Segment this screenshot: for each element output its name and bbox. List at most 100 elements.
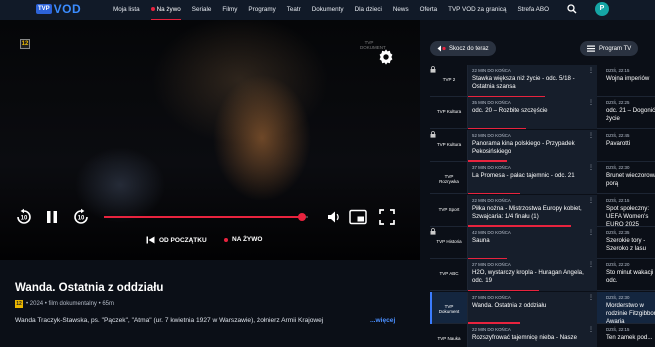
current-program-time: 22 MIN DO KOŃCA [472,68,511,73]
program-meta-text: • 2024 • film dokumentalny • 65m [26,301,115,307]
channel-cell[interactable]: TVP Kultura [430,129,468,162]
nav-item-label: Na żywo [156,6,181,13]
nav-item-4[interactable]: Programy [248,0,275,20]
nav-item-9[interactable]: Oferta [420,0,438,20]
more-options-icon[interactable]: ⋮ [588,229,594,236]
more-options-icon[interactable]: ⋮ [588,67,594,74]
current-program[interactable]: 37 MIN DO KOŃCA La Promesa - pałac tajemn… [468,162,597,195]
more-options-icon[interactable]: ⋮ [588,164,594,171]
next-program-time: DZIŚ, 22:30 [606,165,630,171]
more-options-icon[interactable]: ⋮ [588,132,594,139]
nav-item-2[interactable]: Seriale [192,0,212,20]
nav-item-8[interactable]: News [393,0,409,20]
nav-item-10[interactable]: TVP VOD za granicą [448,0,506,20]
search-icon[interactable] [567,4,577,14]
epg-row[interactable]: TVP Rozrywka 37 MIN DO KOŃCA La Promesa - … [430,162,655,195]
picture-in-picture-icon[interactable] [349,209,367,225]
current-program[interactable]: 22 MIN DO KOŃCA Stawka większa niż życie … [468,65,597,97]
next-program[interactable]: DZIŚ, 22:35 Szerokie tory - Szeroko z las… [602,227,655,259]
nav-item-5[interactable]: Teatr [287,0,301,20]
top-navigation: TVP VOD Moja lista Na żywo Seriale Filmy Pro… [0,0,655,20]
channel-logo: TVP Kultura [436,141,462,147]
progress-handle[interactable] [297,213,306,221]
next-program[interactable]: DZIŚ, 22:25 odc. 21 – Dogonić życie [602,97,655,129]
nav-links: Moja lista Na żywo Seriale Filmy Programy Tea… [113,0,560,20]
epg-row[interactable]: TVP Nauka 22 MIN DO KOŃCA Rozszyfrować taj… [430,324,655,347]
channel-cell[interactable]: TVP Sport [430,194,468,227]
next-program[interactable]: DZIŚ, 22:45 Pavarotti [602,130,655,162]
more-options-icon[interactable]: ⋮ [588,99,594,106]
epg-row[interactable]: TVP ABC 27 MIN DO KOŃCA H2O, wystarczy kro… [430,259,655,292]
epg-row[interactable]: TVP Kultura 52 MIN DO KOŃCA Panorama kina … [430,129,655,162]
from-start-button[interactable]: OD POCZĄTKU [146,236,207,244]
more-options-icon[interactable]: ⋮ [588,294,594,301]
more-link[interactable]: ...więcej [368,317,396,324]
next-program[interactable]: DZIŚ, 22:15 Ten zamek pod... [602,324,655,347]
current-program-time: 35 MIN DO KOŃCA [472,100,511,106]
live-label: NA ŻYWO [232,236,263,243]
current-program-title: Panorama kina polskiego - Przypadek Peko… [472,139,575,155]
next-program[interactable]: DZIŚ, 22:20 Sto minut wakacji - odc. [602,259,655,291]
pause-icon[interactable] [45,209,59,225]
channel-logo: TVP 2 [442,77,456,82]
nav-item-11[interactable]: Strefa ABO [517,0,549,20]
channel-cell[interactable]: TVP 2 [430,65,468,97]
channel-cell[interactable]: TVP Kultura [430,97,468,130]
nav-item-7[interactable]: Dla dzieci [355,0,382,20]
live-dot-icon [150,6,155,11]
current-program[interactable]: 37 MIN DO KOŃCA Wanda. Ostatnia z oddział… [468,291,597,324]
volume-icon[interactable] [326,210,342,224]
nav-item-0[interactable]: Moja lista [113,0,140,20]
current-program[interactable]: 42 MIN DO KOŃCA Sauna ⋮ [468,227,597,259]
jump-to-now-button[interactable]: Skocz do teraz [430,41,496,56]
live-button[interactable]: NA ŻYWO [224,236,262,243]
current-program[interactable]: 22 MIN DO KOŃCA Piłka nożna - Mistrzostwa… [468,194,597,227]
program-tv-label: Program TV [599,45,632,52]
logo-tvp: TVP [36,4,52,14]
current-program[interactable]: 22 MIN DO KOŃCA Rozszyfrować tajemnicę ni… [468,324,597,347]
nav-item-1[interactable]: Na żywo [150,0,181,20]
settings-gear-icon[interactable] [377,48,395,66]
program-tv-button[interactable]: Program TV [580,41,639,56]
next-program-time: DZIŚ, 22:15 [606,327,630,333]
current-program[interactable]: 27 MIN DO KOŃCA H2O, wystarczy kropla - H… [468,259,597,292]
next-program-time: DZIŚ, 22:15 [606,68,630,73]
next-program[interactable]: DZIŚ, 22:30 Morderstwo w rodzinie Fitzgib… [602,292,655,324]
channel-cell[interactable]: TVP Rozrywka [430,162,468,195]
next-program-title: Morderstwo w rodzinie Fitzgibbons, Awari… [606,301,655,324]
next-program[interactable]: DZIŚ, 22:15 Spot społeczny: UEFA Women's … [602,195,655,227]
channel-logo: TVP Historia [436,239,462,244]
channel-cell[interactable]: TVP ABC [430,259,468,292]
current-program-title: Piłka nożna - Mistrzostwa Europy kobiet,… [472,204,582,220]
channel-cell[interactable]: TVP Dokument [430,291,468,324]
current-program[interactable]: 35 MIN DO KOŃCA odc. 20 – Rozbite szczęśc… [468,97,597,130]
lock-icon [430,66,436,73]
video-player[interactable]: 12 TVP DOKUMENT 10 10 OD POCZĄTKU NA ŻYW… [0,20,420,260]
channel-cell[interactable]: TVP Nauka [430,324,468,347]
more-options-icon[interactable]: ⋮ [588,197,594,204]
epg-row[interactable]: TVP Sport 22 MIN DO KOŃCA Piłka nożna - Mi… [430,194,655,227]
skip-to-start-icon [146,236,155,244]
fullscreen-icon[interactable] [379,209,395,225]
current-program-title: Wanda. Ostatnia z oddziału [472,301,547,309]
epg-row[interactable]: TVP 2 22 MIN DO KOŃCA Stawka większa niż ż… [430,65,655,97]
progress-bar[interactable] [104,213,308,221]
current-program-title: La Promesa - pałac tajemnic - odc. 21 [472,172,575,180]
nav-item-6[interactable]: Dokumenty [312,0,344,20]
next-program[interactable]: DZIŚ, 22:30 Brunet wieczorową porą [602,162,655,194]
epg-row[interactable]: TVP Dokument 37 MIN DO KOŃCA Wanda. Ostatn… [430,291,655,324]
next-program[interactable]: DZIŚ, 22:15 Wojna imperiów [602,65,655,97]
more-options-icon[interactable]: ⋮ [588,261,594,268]
nav-item-label: Filmy [222,6,238,13]
tvp-vod-logo[interactable]: TVP VOD [36,2,81,16]
more-options-icon[interactable]: ⋮ [588,326,594,333]
replay-10-icon[interactable]: 10 [15,208,33,226]
epg-row[interactable]: TVP Kultura 35 MIN DO KOŃCA odc. 20 – Rozb… [430,97,655,130]
forward-10-icon[interactable]: 10 [72,208,90,226]
jump-now-icon [437,45,446,52]
current-program[interactable]: 52 MIN DO KOŃCA Panorama kina polskiego -… [468,129,597,162]
avatar[interactable]: P [595,2,609,16]
nav-item-3[interactable]: Filmy [222,0,237,20]
epg-row[interactable]: TVP Historia 42 MIN DO KOŃCA Sauna ⋮ DZIŚ, 2… [430,227,655,259]
channel-cell[interactable]: TVP Historia [430,227,468,259]
